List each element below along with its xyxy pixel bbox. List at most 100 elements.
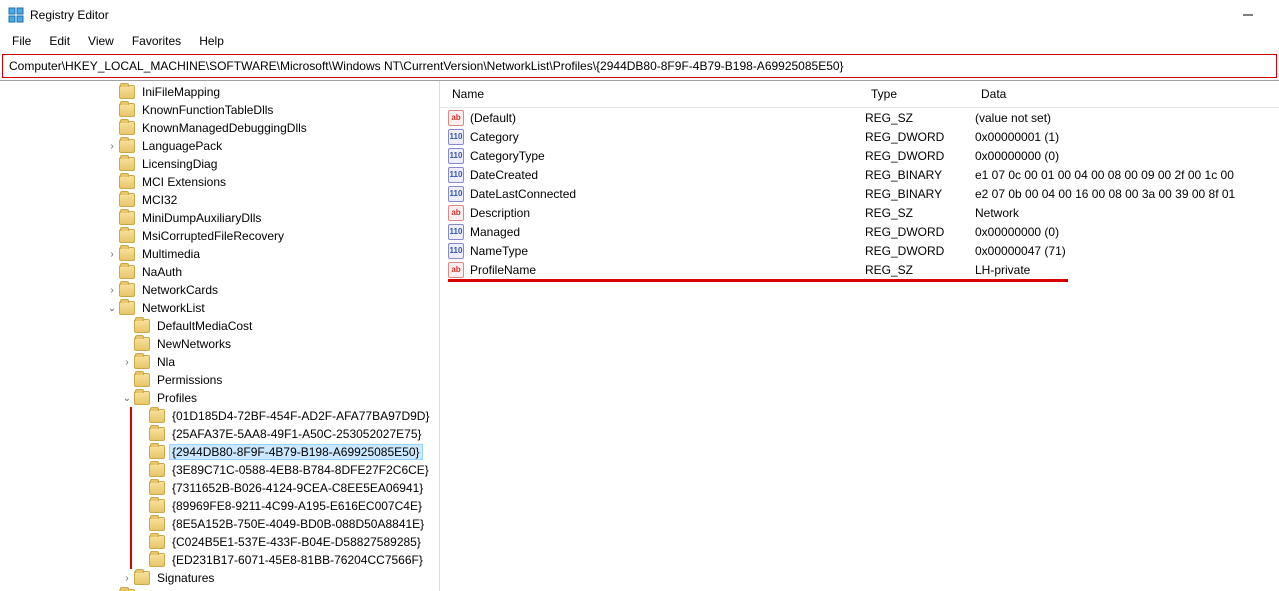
tree-node[interactable]: MiniDumpAuxiliaryDlls	[0, 209, 439, 227]
tree-node[interactable]: {01D185D4-72BF-454F-AD2F-AFA77BA97D9D}	[0, 407, 439, 425]
tree-node[interactable]: LicensingDiag	[0, 155, 439, 173]
folder-icon	[134, 391, 150, 405]
value-type: REG_DWORD	[865, 225, 975, 239]
folder-icon	[119, 121, 135, 135]
value-data: e1 07 0c 00 01 00 04 00 08 00 09 00 2f 0…	[975, 168, 1279, 182]
tree-node-label: {C024B5E1-537E-433F-B04E-D58827589285}	[169, 535, 424, 549]
folder-icon	[149, 445, 165, 459]
string-value-icon: ab	[448, 205, 464, 221]
listview-pane[interactable]: Name Type Data ab(Default)REG_SZ(value n…	[440, 81, 1279, 591]
listview-row[interactable]: 110ManagedREG_DWORD0x00000000 (0)	[440, 222, 1279, 241]
listview-row[interactable]: 110 DateCreated REG_BINARYe1 07 0c 00 01 0…	[440, 165, 1279, 184]
chevron-down-icon[interactable]: ⌄	[120, 393, 134, 404]
col-header-data[interactable]: Data	[975, 85, 1279, 103]
folder-icon	[119, 247, 135, 261]
tree-node[interactable]: Permissions	[0, 371, 439, 389]
value-type: REG_SZ	[865, 206, 975, 220]
value-type: REG_BINARY	[865, 187, 975, 201]
listview-header[interactable]: Name Type Data	[440, 81, 1279, 108]
tree-node[interactable]: NewNetworks	[0, 335, 439, 353]
tree-node[interactable]: MCI32	[0, 191, 439, 209]
tree-node[interactable]: {25AFA37E-5AA8-49F1-A50C-253052027E75}	[0, 425, 439, 443]
address-bar[interactable]: Computer\HKEY_LOCAL_MACHINE\SOFTWARE\Mic…	[2, 54, 1277, 78]
chevron-right-icon[interactable]: ›	[105, 285, 119, 296]
listview-row[interactable]: 110NameTypeREG_DWORD0x00000047 (71)	[440, 241, 1279, 260]
tree-node-label: MCI Extensions	[139, 175, 229, 189]
value-type: REG_SZ	[865, 111, 975, 125]
menu-favorites[interactable]: Favorites	[124, 32, 189, 50]
tree-node[interactable]: ›NetworkCards	[0, 281, 439, 299]
listview-row[interactable]: 110CategoryREG_DWORD0x00000001 (1)	[440, 127, 1279, 146]
tree-node[interactable]: KnownFunctionTableDlls	[0, 101, 439, 119]
chevron-down-icon[interactable]: ⌄	[105, 303, 119, 314]
tree-node[interactable]: ⌄Profiles	[0, 389, 439, 407]
folder-icon	[149, 463, 165, 477]
binary-value-icon: 110	[448, 167, 464, 183]
folder-icon	[134, 571, 150, 585]
tree-node[interactable]: MsiCorruptedFileRecovery	[0, 227, 439, 245]
tree-node[interactable]: ›Multimedia	[0, 245, 439, 263]
tree-pane[interactable]: IniFileMappingKnownFunctionTableDlls Know…	[0, 81, 440, 591]
value-name: Description	[470, 206, 530, 220]
tree-node-label: {2944DB80-8F9F-4B79-B198-A69925085E50}	[169, 444, 423, 460]
tree-node[interactable]: {7311652B-B026-4124-9CEA-C8EE5EA06941}	[0, 479, 439, 497]
value-name: DateCreated	[470, 168, 538, 182]
chevron-right-icon[interactable]: ›	[105, 141, 119, 152]
tree-node[interactable]: {89969FE8-9211-4C99-A195-E616EC007C4E}	[0, 497, 439, 515]
tree-node[interactable]: {8E5A152B-750E-4049-BD0B-088D50A8841E}	[0, 515, 439, 533]
tree-node-label: KnownManagedDebuggingDlls	[139, 121, 310, 135]
tree-node-label: DefaultMediaCost	[154, 319, 255, 333]
tree-node[interactable]: DefaultMediaCost	[0, 317, 439, 335]
listview-row[interactable]: abDescriptionREG_SZNetwork	[440, 203, 1279, 222]
tree-node-label: MsiCorruptedFileRecovery	[139, 229, 287, 243]
folder-icon	[119, 139, 135, 153]
folder-icon	[119, 175, 135, 189]
tree-node-label: {8E5A152B-750E-4049-BD0B-088D50A8841E}	[169, 517, 427, 531]
tree-node[interactable]: NaAuth	[0, 263, 439, 281]
folder-icon	[149, 553, 165, 567]
folder-icon	[119, 211, 135, 225]
value-data: LH-private	[975, 263, 1279, 277]
value-type: REG_BINARY	[865, 168, 975, 182]
tree-node[interactable]: ›NoImeModeImes	[0, 587, 439, 591]
col-header-type[interactable]: Type	[865, 85, 975, 103]
tree-node[interactable]: {3E89C71C-0588-4EB8-B784-8DFE27F2C6CE}	[0, 461, 439, 479]
tree-node-label: {89969FE8-9211-4C99-A195-E616EC007C4E}	[169, 499, 425, 513]
listview-row[interactable]: ab(Default)REG_SZ(value not set)	[440, 108, 1279, 127]
content-area: IniFileMappingKnownFunctionTableDlls Know…	[0, 80, 1279, 591]
value-name: (Default)	[470, 111, 516, 125]
tree-node[interactable]: {ED231B17-6071-45E8-81BB-76204CC7566F}	[0, 551, 439, 569]
listview-row[interactable]: abProfileNameREG_SZLH-private	[440, 260, 1279, 279]
listview-row[interactable]: 110CategoryTypeREG_DWORD0x00000000 (0)	[440, 146, 1279, 165]
tree-node[interactable]: ›Signatures	[0, 569, 439, 587]
app-icon	[8, 7, 24, 23]
menu-file[interactable]: File	[4, 32, 39, 50]
tree-node[interactable]: ›LanguagePack	[0, 137, 439, 155]
chevron-right-icon[interactable]: ›	[120, 573, 134, 584]
folder-icon	[119, 301, 135, 315]
menu-edit[interactable]: Edit	[41, 32, 78, 50]
menu-view[interactable]: View	[80, 32, 122, 50]
tree-node[interactable]: ⌄NetworkList	[0, 299, 439, 317]
chevron-right-icon[interactable]: ›	[120, 357, 134, 368]
tree-node[interactable]: KnownManagedDebuggingDlls	[0, 119, 439, 137]
menu-help[interactable]: Help	[191, 32, 232, 50]
tree-node-label: MiniDumpAuxiliaryDlls	[139, 211, 264, 225]
value-name: Category	[470, 130, 519, 144]
tree-node[interactable]: {2944DB80-8F9F-4B79-B198-A69925085E50}	[0, 443, 439, 461]
value-type: REG_DWORD	[865, 130, 975, 144]
tree-node[interactable]: IniFileMapping	[0, 83, 439, 101]
listview-row[interactable]: 110DateLastConnectedREG_BINARYe2 07 0b 0…	[440, 184, 1279, 203]
value-data: 0x00000001 (1)	[975, 130, 1279, 144]
value-name: CategoryType	[470, 149, 545, 163]
col-header-name[interactable]: Name	[440, 85, 865, 103]
chevron-right-icon[interactable]: ›	[105, 249, 119, 260]
value-type: REG_DWORD	[865, 244, 975, 258]
tree-node-label: Nla	[154, 355, 178, 369]
folder-icon	[134, 373, 150, 387]
tree-node[interactable]: {C024B5E1-537E-433F-B04E-D58827589285}	[0, 533, 439, 551]
folder-icon	[119, 85, 135, 99]
tree-node[interactable]: MCI Extensions	[0, 173, 439, 191]
minimize-button[interactable]	[1225, 0, 1271, 30]
tree-node[interactable]: › Nla	[0, 353, 439, 371]
